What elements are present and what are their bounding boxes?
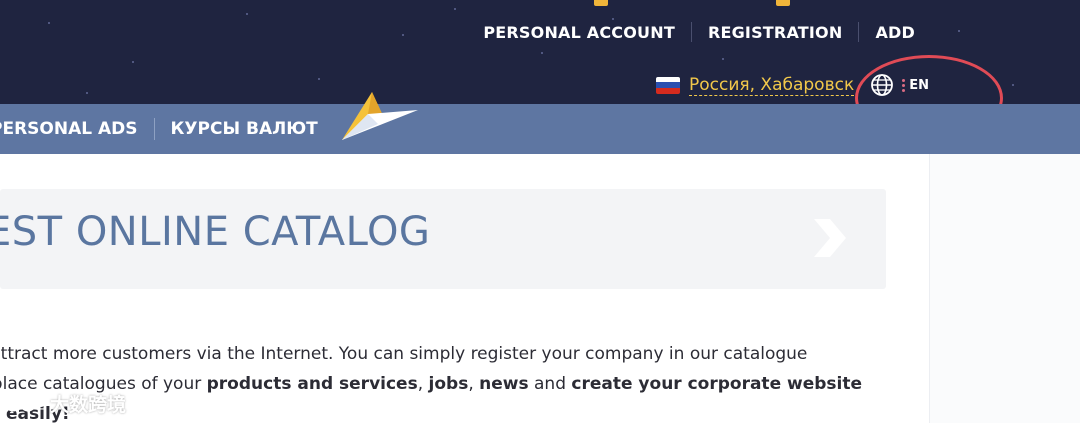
chevron-right-icon[interactable] [806, 215, 852, 261]
globe-icon[interactable] [870, 73, 894, 97]
intro-line-2: o place catalogues of your products and … [0, 374, 863, 394]
catalog-banner[interactable]: EST ONLINE CATALOG [0, 189, 886, 289]
highlight-jobs: jobs [428, 374, 469, 394]
language-code[interactable]: EN [909, 78, 929, 93]
region-selector: Россия, Хабаровск EN [656, 73, 929, 97]
highlight-corporate-website: create your corporate website [571, 374, 863, 394]
star-decoration [246, 13, 248, 15]
star-decoration [318, 78, 320, 80]
highlight-products-services: products and services [206, 374, 418, 394]
language-toggle-icon[interactable] [902, 78, 906, 92]
personal-account-link[interactable]: PERSONAL ACCOUNT [483, 23, 675, 42]
star-decoration [132, 61, 134, 63]
star-decoration [402, 34, 404, 36]
top-nav: PERSONAL ACCOUNT REGISTRATION ADD [483, 20, 1080, 44]
star-decoration [454, 8, 456, 10]
registration-link[interactable]: REGISTRATION [708, 23, 843, 42]
intro-line-1: s attract more customers via the Interne… [0, 344, 808, 364]
nav-divider [858, 22, 860, 42]
star-decoration [1012, 84, 1014, 86]
star-decoration [541, 52, 543, 54]
lock-icon [594, 0, 608, 6]
star-decoration [86, 92, 88, 94]
star-decoration [48, 22, 50, 24]
nav-item-currency-rates[interactable]: КУРСЫ ВАЛЮТ [171, 119, 318, 139]
user-icon [776, 0, 790, 6]
city-link[interactable]: Россия, Хабаровск [689, 75, 855, 96]
top-header: PERSONAL ACCOUNT REGISTRATION ADD Россия… [0, 0, 1080, 104]
intro-line-3: easily! [6, 404, 70, 424]
add-link[interactable]: ADD [875, 23, 915, 42]
highlight-news: news [479, 374, 529, 394]
nav-divider [153, 118, 155, 140]
banner-title: EST ONLINE CATALOG [0, 209, 431, 255]
main-nav: PERSONAL ADS КУРСЫ ВАЛЮТ [0, 92, 1080, 154]
nav-divider [690, 22, 692, 42]
star-decoration [722, 58, 724, 60]
intro-paragraph: s attract more customers via the Interne… [0, 339, 876, 429]
paper-plane-logo [342, 92, 418, 140]
russia-flag-icon [656, 76, 680, 94]
sidebar-panel [929, 154, 1080, 423]
nav-item-personal-ads[interactable]: PERSONAL ADS [0, 119, 138, 139]
